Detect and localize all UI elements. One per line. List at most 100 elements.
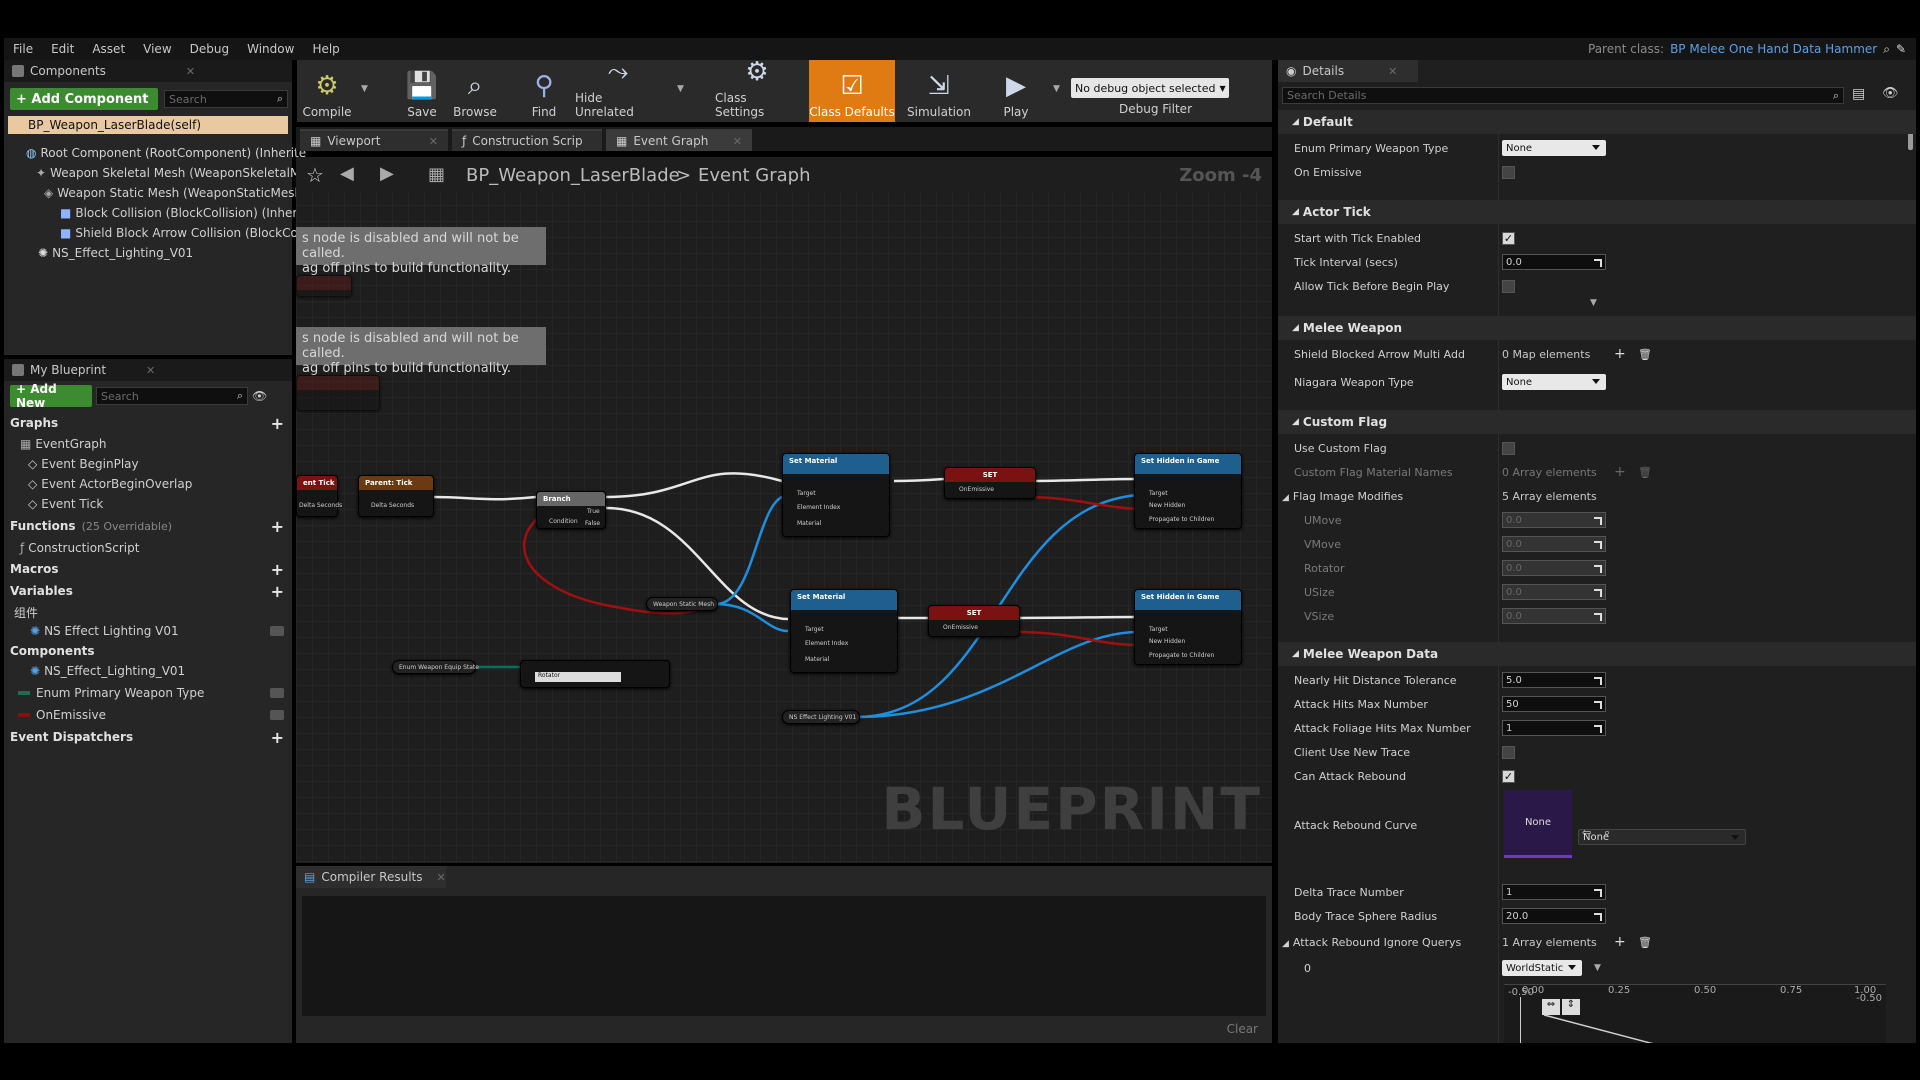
select-dropdown[interactable]: Rotator [535,672,621,682]
add-icon[interactable]: + [271,414,284,433]
pin-label[interactable]: Propagate to Children [1149,652,1214,659]
my-blueprint-search-input[interactable]: Search ⌕ [96,387,248,405]
eye-icon[interactable]: 👁 [1882,86,1899,101]
graph-item-eventgraph[interactable]: ▦ EventGraph [20,435,107,453]
trash-icon[interactable]: 🗑 [1638,466,1652,479]
browse-icon[interactable]: ⌕ [1604,826,1610,840]
pin-label[interactable]: Element Index [805,640,848,647]
close-icon[interactable]: ✕ [186,65,195,78]
can-rebound-checkbox[interactable]: ✓ [1502,769,1515,783]
tree-item-static[interactable]: ◈ Weapon Static Mesh (WeaponStaticMesh [44,184,302,202]
eye-icon[interactable]: 👁 [252,389,267,403]
pin-label[interactable]: New Hidden [1149,502,1185,509]
tab-construction-script[interactable]: ƒ Construction Scrip [452,129,602,151]
comp-item-onemissive[interactable]: OnEmissive [18,706,106,724]
trash-icon[interactable]: 🗑 [1638,348,1652,361]
add-icon[interactable]: + [1614,346,1626,362]
var-item-ns[interactable]: ✺ NS Effect Lighting V01 [30,622,179,640]
var-group[interactable]: 组件 [14,603,38,621]
body-trace-input[interactable]: 20.0 [1502,908,1606,924]
compiler-results-tab[interactable]: ▤ Compiler Results ✕ [296,866,446,888]
enum-state-getter[interactable]: Enum Weapon Equip State [392,660,479,674]
graphs-category[interactable]: Graphs + [4,413,292,433]
class-settings-button[interactable]: ⚙ Class Settings [715,57,799,122]
tab-viewport[interactable]: ▦ Viewport ✕ [300,129,448,151]
set-hidden-node-1[interactable]: Set Hidden in Game Target New Hidden Pro… [1134,453,1242,529]
trash-icon[interactable]: 🗑 [1638,936,1652,949]
parent-class-value[interactable]: BP Melee One Hand Data Hammer [1670,38,1877,60]
branch-node[interactable]: Branch Condition True False [536,491,606,529]
set-material-node-2[interactable]: Set Material Target Element Index Materi… [790,589,898,673]
vmove-input[interactable]: 0.0 [1502,536,1606,552]
nearly-hit-input[interactable]: 5.0 [1502,672,1606,688]
details-tab[interactable]: ◉ Details ✕ [1278,60,1418,82]
flag-image-expander[interactable]: ◢ Flag Image Modifies [1282,490,1403,503]
graph-item-beginplay[interactable]: ◇ Event BeginPlay [28,455,139,473]
chevron-down-icon[interactable]: ▼ [361,84,368,94]
on-emissive-checkbox[interactable] [1502,165,1515,179]
menu-asset[interactable]: Asset [83,38,134,60]
close-icon[interactable]: ✕ [146,364,155,377]
components-tab[interactable]: Components ✕ [4,60,292,82]
close-icon[interactable]: ✕ [437,871,446,884]
delta-trace-input[interactable]: 1 [1502,884,1606,900]
find-button[interactable]: ⚲ Find [519,60,569,122]
search-icon[interactable]: ⌕ [1883,38,1890,60]
tree-item-shield-collision[interactable]: ■ Shield Block Arrow Collision (BlockColl [60,224,305,242]
weapon-static-mesh-getter[interactable]: Weapon Static Mesh [646,597,718,611]
menu-edit[interactable]: Edit [42,38,83,60]
ns-effect-getter[interactable]: NS Effect Lighting V01 [782,710,860,724]
pin-label[interactable]: True [587,508,600,515]
tree-item-root[interactable]: ◍ Root Component (RootComponent) (Inherit… [26,144,306,162]
chevron-down-icon[interactable]: ▼ [1590,298,1597,308]
menu-help[interactable]: Help [303,38,348,60]
tick-interval-input[interactable]: 0.0 [1502,254,1606,270]
add-icon[interactable]: + [271,728,284,747]
details-search-input[interactable]: Search Details ⌕ [1282,87,1844,104]
add-component-button[interactable]: + Add Component [10,88,158,110]
tab-event-graph[interactable]: ▦ Event Graph ✕ [606,129,752,151]
comp-item-ns[interactable]: ✺ NS_Effect_Lighting_V01 [30,662,185,680]
niagara-select[interactable]: None [1502,374,1606,390]
use-selected-arrow-icon[interactable]: ⇦ [1582,826,1591,839]
pin-label[interactable]: Target [1149,490,1168,497]
components-search-input[interactable]: Search ⌕ [164,90,288,108]
pin-label[interactable]: Target [805,626,824,633]
allow-tick-checkbox[interactable] [1502,279,1515,293]
menu-window[interactable]: Window [238,38,303,60]
function-item-construction[interactable]: ƒ ConstructionScript [20,539,139,557]
chevron-down-icon[interactable]: ▼ [677,84,684,94]
pin-label[interactable]: Target [1149,626,1168,633]
collision-channel-select[interactable]: WorldStatic [1502,960,1582,976]
functions-category[interactable]: Functions (25 Overridable) + [4,516,292,536]
wrench-icon[interactable]: ✎ [1896,38,1906,60]
parent-tick-node[interactable]: Parent: Tick Delta Seconds [358,475,434,517]
client-trace-checkbox[interactable] [1502,745,1515,759]
pin-label[interactable]: Delta Seconds [299,502,342,509]
menu-debug[interactable]: Debug [181,38,238,60]
comp-item-enum[interactable]: Enum Primary Weapon Type [18,684,204,702]
tree-item-skeletal[interactable]: ✦ Weapon Skeletal Mesh (WeaponSkeletalMe [36,164,308,182]
menu-file[interactable]: File [4,38,42,60]
attack-hits-input[interactable]: 50 [1502,696,1606,712]
visibility-icon[interactable] [270,688,284,698]
menu-view[interactable]: View [134,38,180,60]
add-new-button[interactable]: + Add New [10,382,92,410]
section-custom-flag[interactable]: ◢ Custom Flag [1278,410,1916,434]
browse-button[interactable]: ⌕ Browse [447,60,503,122]
curve-thumbnail[interactable]: None [1504,790,1572,858]
section-melee-weapon[interactable]: ◢ Melee Weapon [1278,316,1916,340]
add-icon[interactable]: + [271,517,284,536]
set-variable-node-2[interactable]: SET OnEmissive [928,605,1020,637]
visibility-icon[interactable] [270,626,284,636]
event-tick-node[interactable]: ent Tick Delta Seconds [296,475,342,517]
pin-label[interactable]: False [585,520,600,527]
components-category[interactable]: Components [4,641,292,661]
simulation-button[interactable]: ⇲ Simulation [901,60,977,122]
event-graph-canvas[interactable]: ☆ ◀ ▶ ▦ BP_Weapon_LaserBlade > Event Gra… [296,157,1272,863]
class-defaults-button[interactable]: ☑ Class Defaults [809,60,895,122]
start-tick-checkbox[interactable]: ✓ [1502,231,1515,245]
chevron-down-icon[interactable]: ▼ [1053,84,1060,94]
pin-label[interactable]: Delta Seconds [371,502,414,509]
pin-label[interactable]: Propagate to Children [1149,516,1214,523]
